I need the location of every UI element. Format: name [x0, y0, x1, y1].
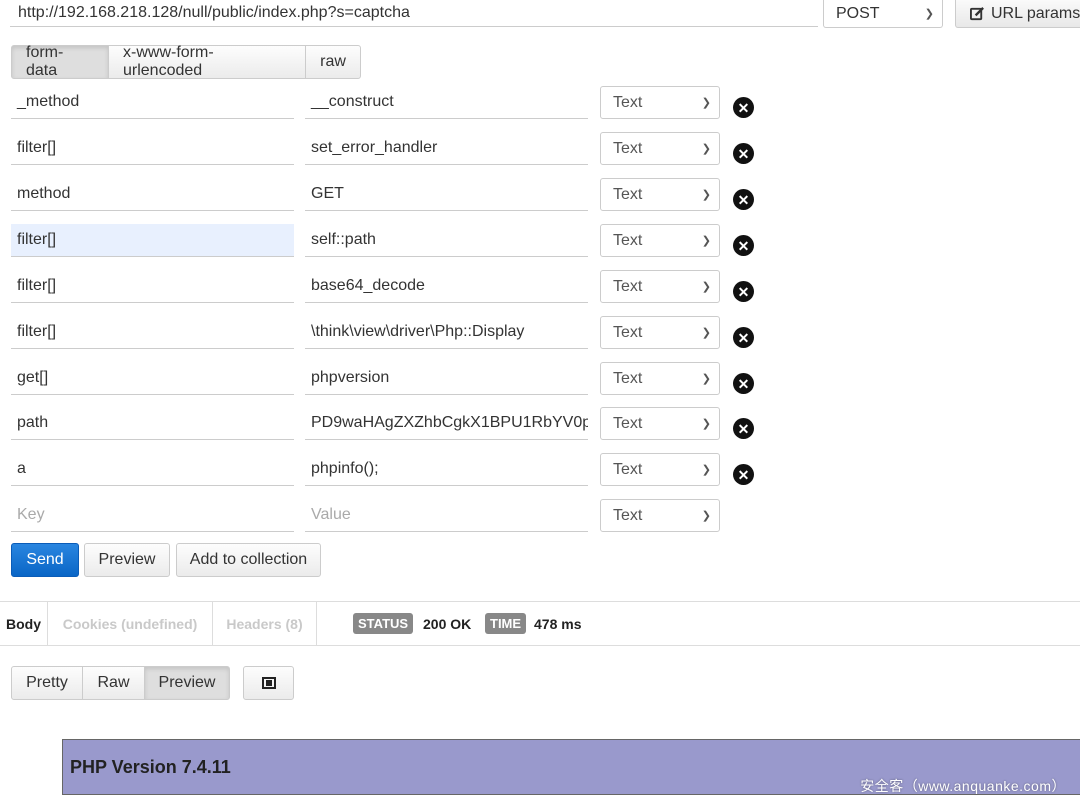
url-params-button[interactable]: URL params: [955, 0, 1080, 28]
fullscreen-icon: [261, 677, 276, 689]
remove-param-icon[interactable]: ✕: [733, 327, 754, 348]
param-type-select[interactable]: Text ❯: [600, 407, 720, 440]
chevron-down-icon: ❯: [701, 510, 711, 522]
remove-param-icon[interactable]: ✕: [733, 281, 754, 302]
chevron-down-icon: ❯: [701, 373, 711, 385]
remove-param-icon[interactable]: ✕: [733, 235, 754, 256]
param-value-input[interactable]: PD9waHAgZXZhbCgkX1BPU1RbYV0p: [305, 407, 588, 440]
watermark: 安全客（www.anquanke.com）: [860, 778, 1066, 794]
param-value-input[interactable]: base64_decode: [305, 270, 588, 303]
param-key-input[interactable]: a: [11, 453, 294, 486]
param-type-value: Text: [613, 93, 643, 111]
tab-cookies[interactable]: Cookies (undefined): [48, 601, 213, 646]
param-type-value: Text: [613, 185, 643, 203]
remove-param-icon[interactable]: ✕: [733, 189, 754, 210]
param-type-value: Text: [613, 369, 643, 387]
param-key-input[interactable]: filter[]: [11, 270, 294, 303]
param-type-select[interactable]: Text ❯: [600, 224, 720, 257]
edit-icon: [970, 7, 984, 21]
param-value-input[interactable]: self::path: [305, 224, 588, 257]
new-param-type-select[interactable]: Text ❯: [600, 499, 720, 532]
param-type-value: Text: [613, 506, 643, 524]
param-type-select[interactable]: Text ❯: [600, 362, 720, 395]
param-type-select[interactable]: Text ❯: [600, 316, 720, 349]
chevron-down-icon: ❯: [701, 327, 711, 339]
param-key-input[interactable]: get[]: [11, 362, 294, 395]
param-value-input[interactable]: set_error_handler: [305, 132, 588, 165]
add-to-collection-button[interactable]: Add to collection: [176, 543, 321, 577]
param-type-value: Text: [613, 231, 643, 249]
preview-button[interactable]: Preview: [84, 543, 170, 577]
chevron-down-icon: ❯: [701, 143, 711, 155]
param-key-input[interactable]: filter[]: [11, 132, 294, 165]
chevron-down-icon: ❯: [701, 464, 711, 476]
status-value: 200 OK: [423, 615, 472, 632]
tab-headers[interactable]: Headers (8): [213, 601, 317, 646]
remove-param-icon[interactable]: ✕: [733, 97, 754, 118]
param-type-value: Text: [613, 323, 643, 341]
send-button[interactable]: Send: [11, 543, 79, 577]
param-type-select[interactable]: Text ❯: [600, 453, 720, 486]
url-input[interactable]: [10, 0, 818, 27]
tab-raw-response[interactable]: Raw: [82, 666, 145, 700]
param-key-input[interactable]: method: [11, 178, 294, 211]
php-version-title: PHP Version 7.4.11: [70, 756, 231, 777]
time-value: 478 ms: [534, 615, 582, 632]
chevron-down-icon: ❯: [701, 235, 711, 247]
remove-param-icon[interactable]: ✕: [733, 464, 754, 485]
param-type-value: Text: [613, 460, 643, 478]
param-type-select[interactable]: Text ❯: [600, 132, 720, 165]
body-type-tabs: form-data x-www-form-urlencoded raw: [11, 44, 361, 79]
status-badge: STATUS: [353, 613, 414, 634]
new-key-input[interactable]: Key: [11, 499, 294, 532]
param-key-input[interactable]: filter[]: [11, 316, 294, 349]
param-key-input[interactable]: _method: [11, 86, 294, 119]
remove-param-icon[interactable]: ✕: [733, 373, 754, 394]
param-value-input[interactable]: phpversion: [305, 362, 588, 395]
tab-x-www-form-urlencoded[interactable]: x-www-form-urlencoded: [108, 44, 306, 79]
fullscreen-button[interactable]: [243, 666, 294, 700]
tab-raw[interactable]: raw: [305, 45, 361, 79]
time-badge: TIME: [485, 613, 527, 634]
tab-body[interactable]: Body: [0, 601, 48, 646]
method-select[interactable]: POST ❯: [823, 0, 943, 28]
remove-param-icon[interactable]: ✕: [733, 418, 754, 439]
chevron-down-icon: ❯: [701, 281, 711, 293]
param-value-input[interactable]: __construct: [305, 86, 588, 119]
remove-param-icon[interactable]: ✕: [733, 143, 754, 164]
param-type-select[interactable]: Text ❯: [600, 270, 720, 303]
param-key-input[interactable]: path: [11, 407, 294, 440]
param-value-input[interactable]: phpinfo();: [305, 453, 588, 486]
param-key-input[interactable]: filter[]: [11, 224, 294, 257]
chevron-down-icon: ❯: [701, 97, 711, 109]
param-value-input[interactable]: \think\view\driver\Php::Display: [305, 316, 588, 349]
param-type-select[interactable]: Text ❯: [600, 86, 720, 119]
new-value-input[interactable]: Value: [305, 499, 588, 532]
param-type-value: Text: [613, 277, 643, 295]
preview-mode-tabs: Pretty Raw Preview: [11, 666, 230, 700]
param-type-value: Text: [613, 414, 643, 432]
tab-pretty[interactable]: Pretty: [11, 666, 83, 700]
param-type-select[interactable]: Text ❯: [600, 178, 720, 211]
chevron-down-icon: ❯: [924, 7, 934, 20]
chevron-down-icon: ❯: [701, 418, 711, 430]
tab-preview[interactable]: Preview: [144, 666, 230, 700]
chevron-down-icon: ❯: [701, 189, 711, 201]
param-value-input[interactable]: GET: [305, 178, 588, 211]
tab-form-data[interactable]: form-data: [11, 44, 109, 79]
url-params-label: URL params: [991, 4, 1080, 22]
method-value: POST: [836, 4, 880, 22]
param-type-value: Text: [613, 139, 643, 157]
